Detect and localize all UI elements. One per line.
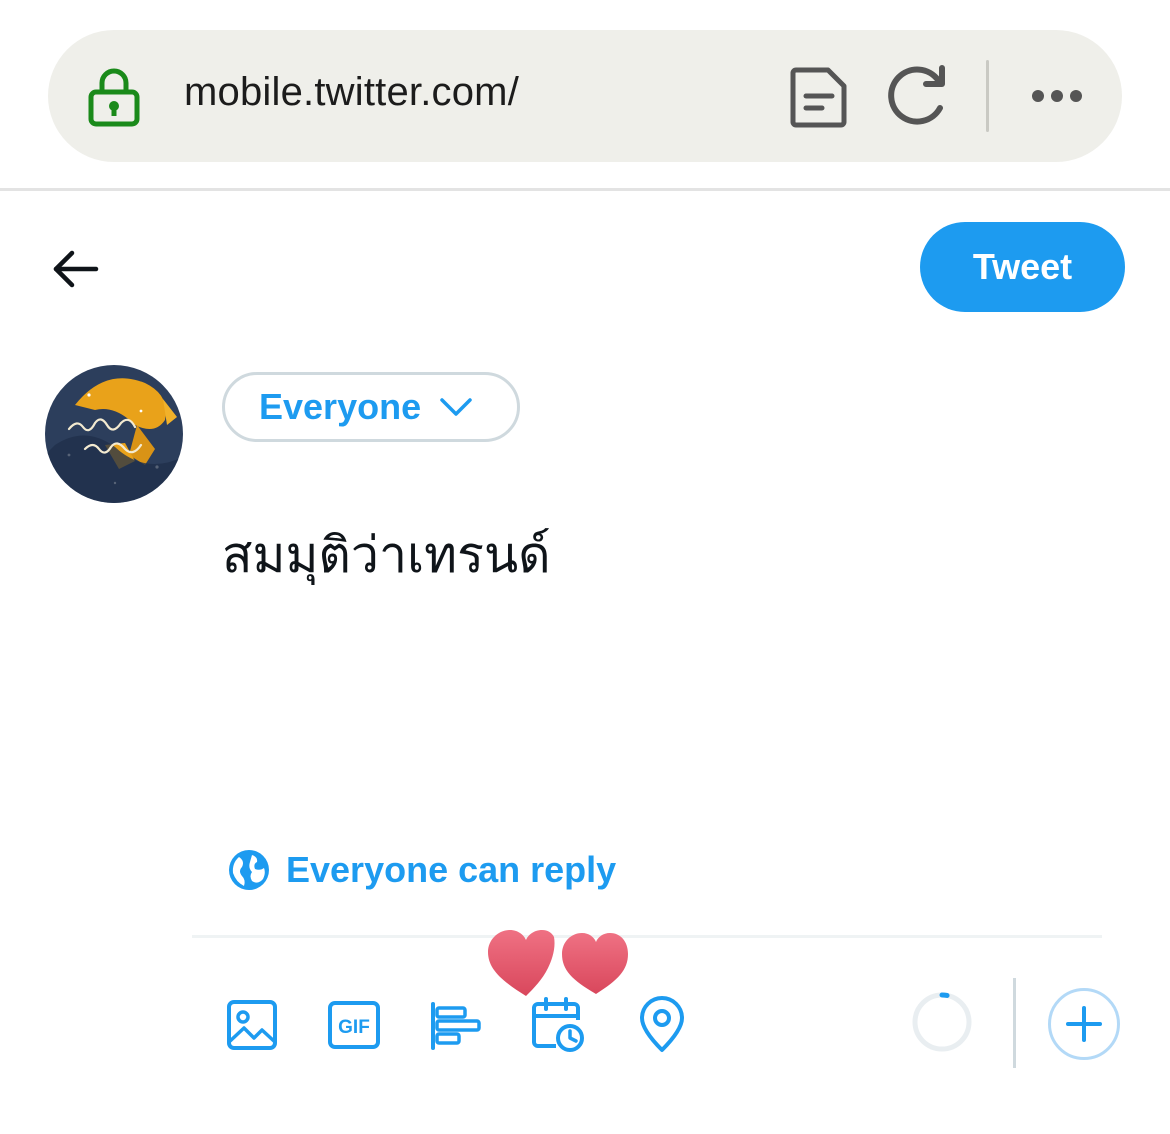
reader-mode-icon[interactable]: [790, 66, 848, 128]
media-icon[interactable]: [224, 996, 280, 1054]
back-arrow-icon[interactable]: [50, 246, 100, 292]
chevron-down-icon: [440, 398, 472, 416]
reply-setting-label: Everyone can reply: [286, 849, 617, 890]
add-thread-button[interactable]: [1048, 988, 1120, 1060]
audience-selector[interactable]: Everyone: [222, 372, 520, 442]
globe-icon: [229, 850, 269, 890]
reload-icon[interactable]: [886, 64, 954, 130]
more-icon[interactable]: [1030, 86, 1084, 106]
heart-icon: [562, 933, 628, 994]
reply-setting-button[interactable]: Everyone can reply: [228, 846, 616, 894]
toolbar-divider: [1013, 978, 1016, 1068]
audience-label: Everyone: [259, 386, 422, 427]
plus-icon: [1066, 1006, 1102, 1042]
schedule-icon[interactable]: [530, 996, 586, 1054]
character-progress-ring: [912, 992, 972, 1052]
hearts-sticker: [488, 930, 628, 996]
top-divider: [0, 188, 1170, 191]
location-icon[interactable]: [634, 996, 690, 1054]
avatar[interactable]: [45, 365, 183, 503]
tweet-button[interactable]: Tweet: [920, 222, 1125, 312]
urlbar-divider: [986, 60, 989, 132]
lock-icon: [88, 68, 140, 127]
poll-icon[interactable]: [428, 996, 484, 1054]
tweet-text-area[interactable]: สมมุติว่าเทรนด์: [222, 515, 1102, 595]
compose-divider: [192, 935, 1102, 938]
gif-icon[interactable]: GIF: [326, 996, 382, 1054]
gif-label: GIF: [338, 1017, 370, 1038]
url-text[interactable]: mobile.twitter.com/: [184, 70, 519, 115]
heart-icon: [488, 930, 555, 996]
page: mobile.twitter.com/ Tweet Everyone สมมุต…: [0, 0, 1170, 1134]
